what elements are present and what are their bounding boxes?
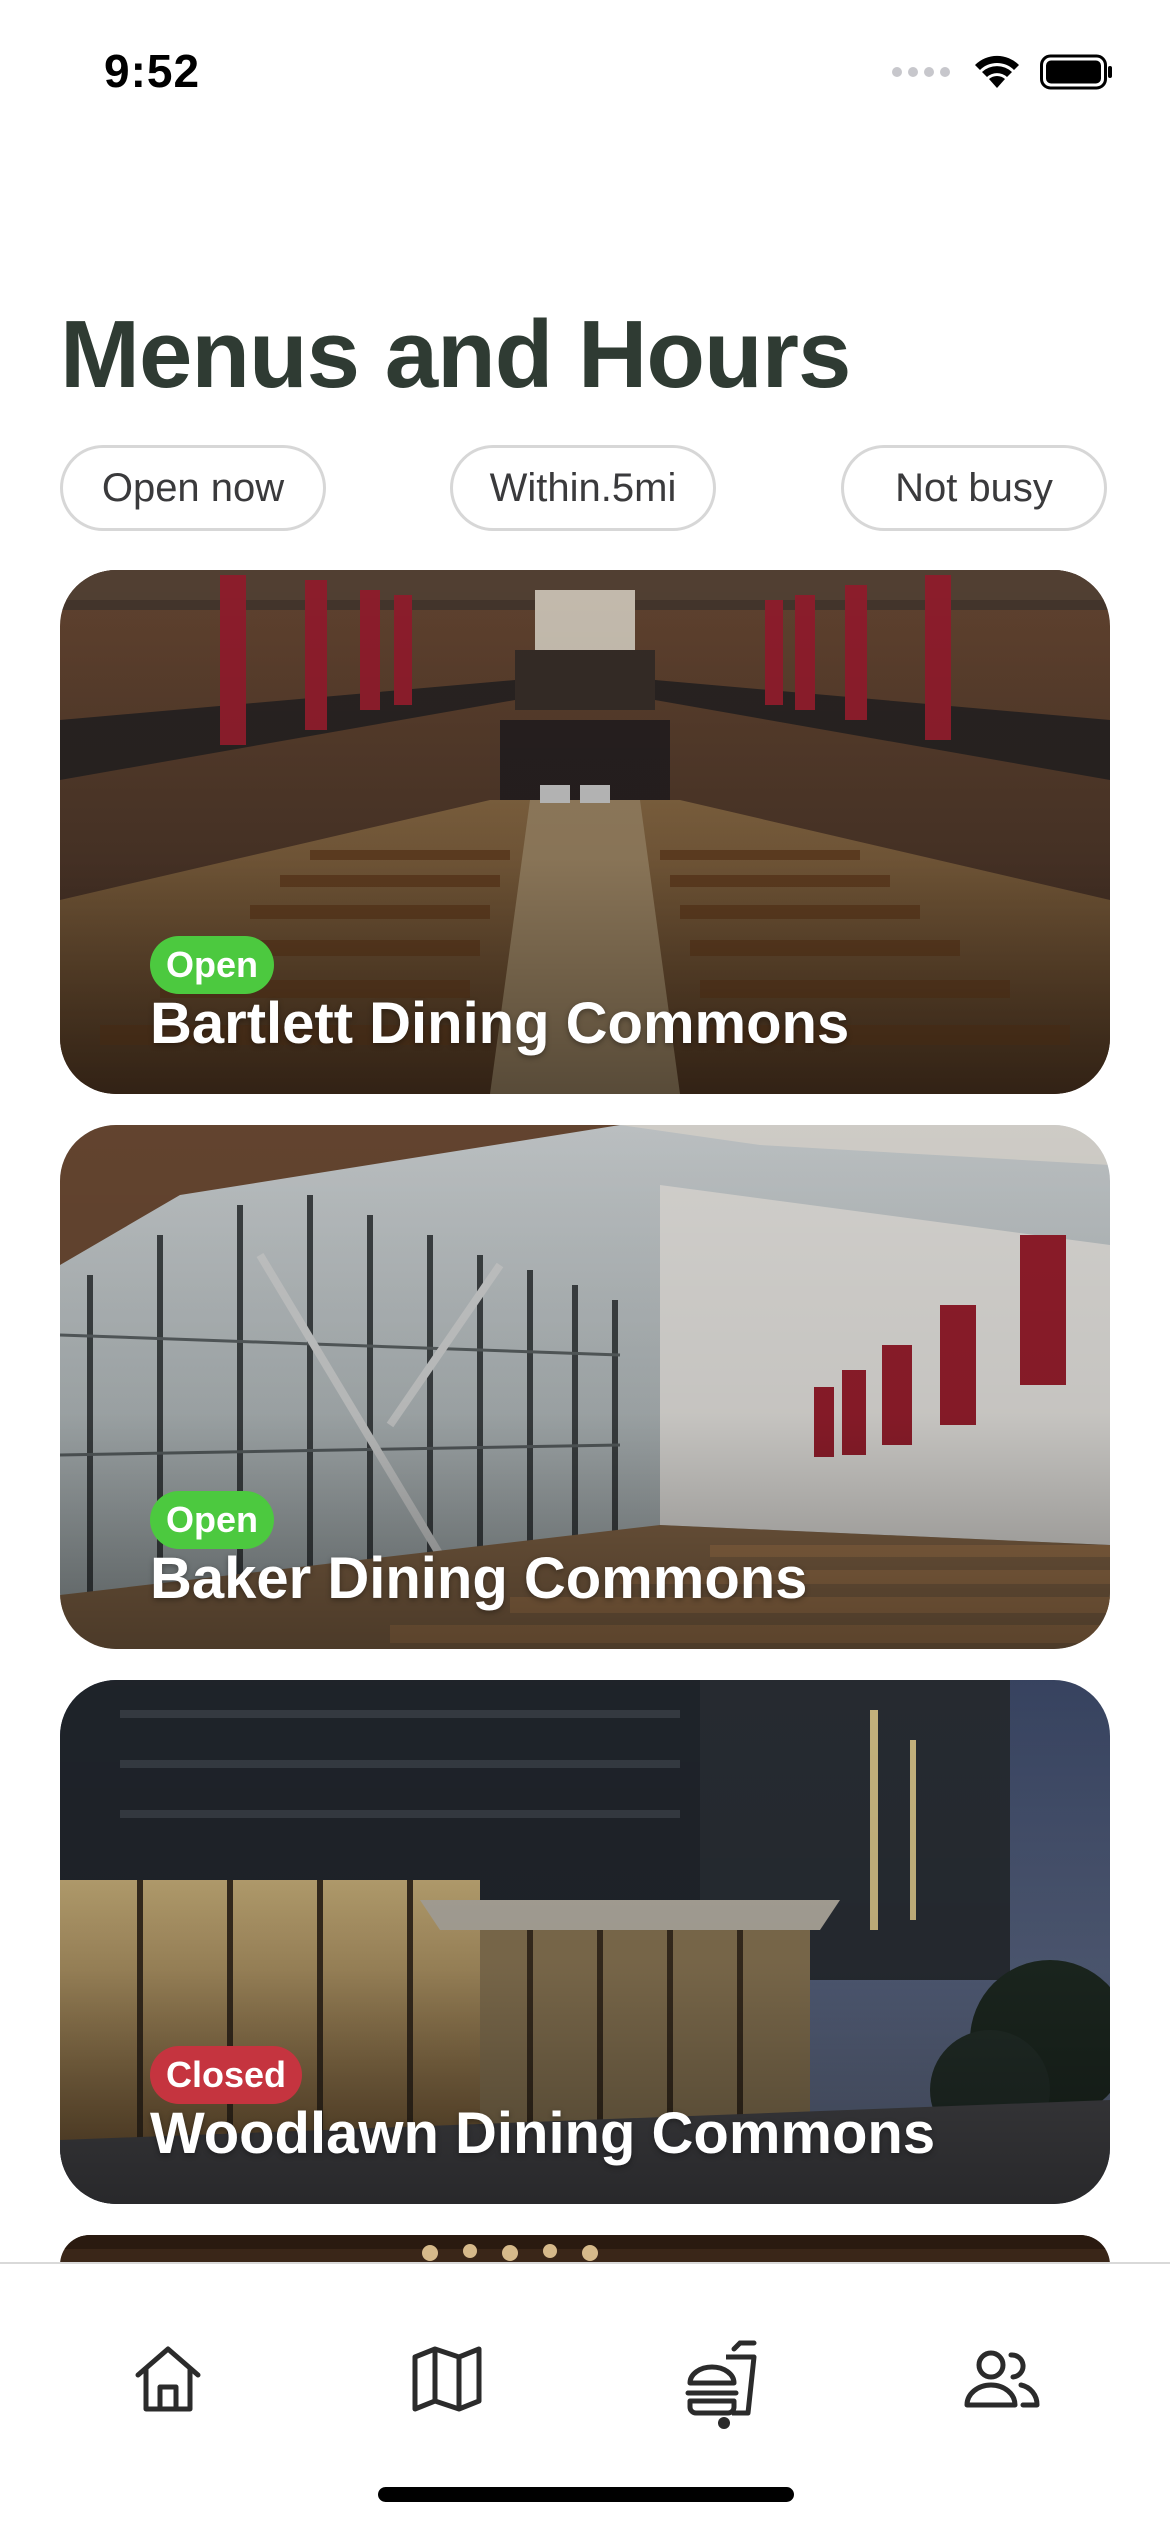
status-badge: Open <box>150 936 275 994</box>
dining-hall-name: Woodlawn Dining Commons <box>150 2101 936 2166</box>
dining-hall-name: Baker Dining Commons <box>150 1546 808 1611</box>
status-time: 9:52 <box>104 45 201 97</box>
cellular-signal-icon <box>892 67 950 77</box>
tab-map[interactable] <box>392 2324 502 2434</box>
dining-hall-name: Bartlett Dining Commons <box>150 991 850 1056</box>
filter-chips: Open now Within.5mi Not busy <box>60 445 1110 535</box>
status-bar: 9:52 <box>0 0 1170 150</box>
dining-card-baker[interactable]: Open Baker Dining Commons <box>60 1125 1110 1649</box>
status-badge: Closed <box>150 2046 303 2104</box>
status-icons <box>892 52 1114 92</box>
map-icon <box>412 2346 482 2412</box>
wifi-icon <box>975 55 1019 88</box>
food-icon <box>685 2340 757 2416</box>
home-indicator[interactable] <box>378 2487 794 2502</box>
status-badge: Open <box>150 1491 275 1549</box>
filter-not-busy-chip[interactable]: Not busy <box>841 445 1107 531</box>
dining-card-bartlett[interactable]: Open Bartlett Dining Commons <box>60 570 1110 1094</box>
dining-card-woodlawn[interactable]: Closed Woodlawn Dining Commons <box>60 1680 1110 2204</box>
filter-open-now-chip[interactable]: Open now <box>60 445 326 531</box>
tab-home[interactable] <box>113 2324 223 2434</box>
page-title: Menus and Hours <box>60 301 851 408</box>
selected-tab-indicator <box>718 2417 730 2429</box>
home-icon <box>135 2346 201 2412</box>
people-icon <box>964 2350 1040 2408</box>
tab-people[interactable] <box>946 2324 1056 2434</box>
filter-distance-chip[interactable]: Within.5mi <box>450 445 716 531</box>
battery-icon <box>1040 54 1112 90</box>
